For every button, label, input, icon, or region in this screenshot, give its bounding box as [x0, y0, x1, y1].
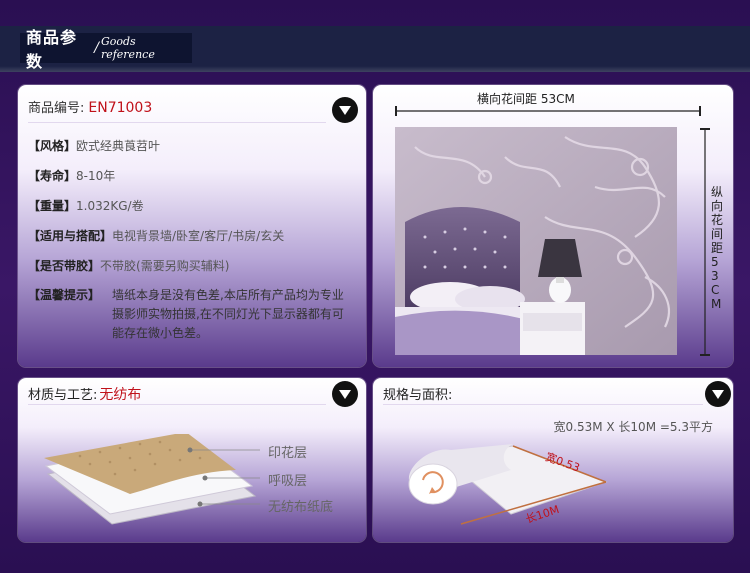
param-style-value: 欧式经典莨苕叶 [76, 139, 161, 153]
param-adhesive-label: 【是否带胶】 [28, 259, 101, 273]
param-lifespan: 【寿命】8-10年 [28, 167, 115, 184]
param-lifespan-value: 8-10年 [76, 169, 116, 183]
pattern-spacing-panel: 横向花间距 53CM 纵向花间距53CM [373, 85, 733, 367]
material-value: 无纺布 [99, 387, 142, 403]
wallpaper-roll-illustration [408, 444, 608, 525]
expand-params-button[interactable] [332, 97, 358, 123]
product-code-value: EN71003 [88, 100, 153, 116]
param-lifespan-label: 【寿命】 [28, 169, 77, 183]
spec-label: 规格与面积: [383, 388, 453, 403]
spec-panel: 规格与面积: 宽0.53M X 长10M =5.3平方 宽0.53 长10M [373, 378, 733, 542]
material-layers-illustration [44, 434, 260, 525]
section-title: 商品参数 / Goods reference [20, 28, 192, 71]
chevron-down-icon [339, 389, 351, 399]
divider [383, 404, 703, 405]
param-adhesive: 【是否带胶】不带胶(需要另购买辅料) [28, 257, 229, 274]
vertical-dimension-line [700, 128, 710, 356]
param-tip-label-text: 【温馨提示】 [28, 288, 101, 302]
param-style-label: 【风格】 [28, 139, 77, 153]
param-usage-label: 【适用与搭配】 [28, 229, 113, 243]
bedroom-wallpaper-image [395, 127, 677, 355]
layer-breath: 呼吸层 [268, 474, 308, 489]
expand-material-button[interactable] [332, 381, 358, 407]
section-title-en: Goods reference [100, 35, 155, 61]
divider [28, 122, 326, 123]
product-code-label: 商品编号: [28, 101, 85, 116]
product-params-panel: 商品编号: EN71003 【风格】欧式经典莨苕叶 【寿命】8-10年 【重量】1… [18, 85, 366, 367]
expand-spec-button[interactable] [705, 381, 731, 407]
spec-dimension-text: 宽0.53M X 长10M =5.3平方 [553, 420, 714, 434]
param-style: 【风格】欧式经典莨苕叶 [28, 137, 160, 154]
material-panel: 材质与工艺: 无纺布 印花层 呼吸层 无纺布纸底 [18, 378, 366, 542]
param-usage: 【适用与搭配】电视背景墙/卧室/客厅/书房/玄关 [28, 227, 284, 244]
param-tip-label: 【温馨提示】 [28, 286, 100, 303]
param-weight-label: 【重量】 [28, 199, 77, 213]
param-tip-value: 墙纸本身是没有色差,本店所有产品均为专业摄影师实物拍摄,在不同灯光下显示器都有可… [112, 288, 344, 340]
section-title-cn: 商品参数 [26, 28, 78, 71]
product-code-row: 商品编号: EN71003 [28, 97, 152, 116]
divider [28, 404, 326, 405]
chevron-down-icon [712, 389, 724, 399]
horizontal-dimension-line [395, 106, 701, 116]
chevron-down-icon [339, 105, 351, 115]
param-weight-value: 1.032KG/卷 [76, 199, 144, 213]
material-title: 材质与工艺: 无纺布 [28, 384, 141, 404]
param-adhesive-value: 不带胶(需要另购买辅料) [100, 259, 230, 273]
layer-print: 印花层 [268, 446, 308, 461]
layer-base: 无纺布纸底 [268, 500, 334, 515]
section-title-sep: / [94, 40, 99, 56]
param-weight: 【重量】1.032KG/卷 [28, 197, 144, 214]
vertical-spacing-label: 纵向花间距53CM [711, 185, 724, 311]
material-label: 材质与工艺: [28, 388, 98, 403]
param-usage-value: 电视背景墙/卧室/客厅/书房/玄关 [112, 229, 285, 243]
